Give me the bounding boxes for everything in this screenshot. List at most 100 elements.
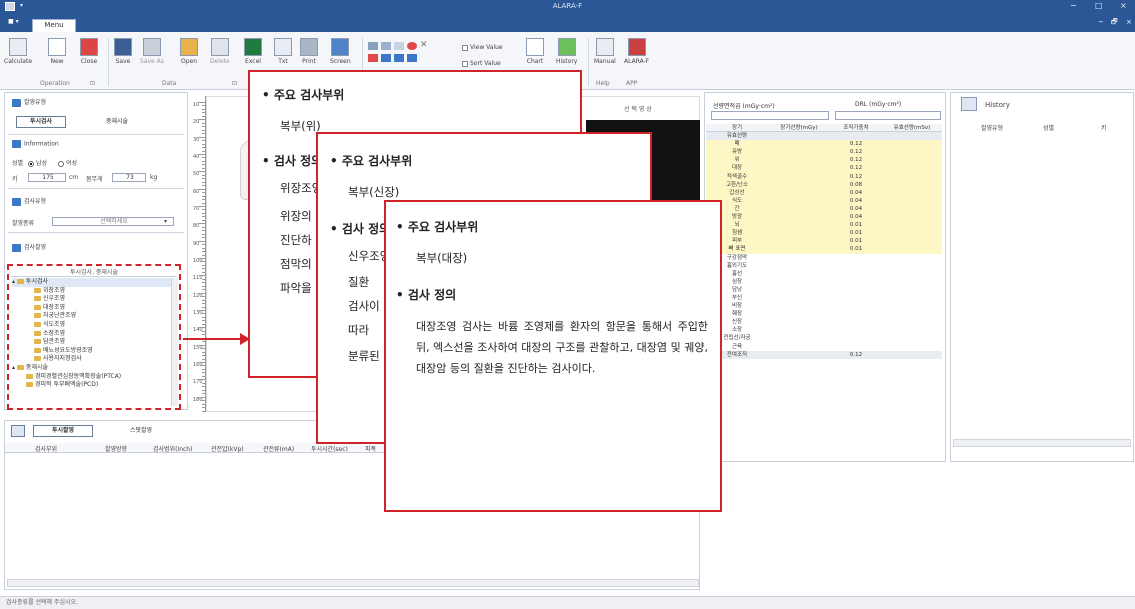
weight-input[interactable]: 73	[112, 173, 146, 182]
file-menu-button[interactable]: ■ ▾	[8, 18, 19, 25]
dose-cell	[830, 343, 882, 351]
scissors-icon[interactable]: ✕	[420, 40, 428, 50]
grid-horizontal-scrollbar[interactable]	[7, 579, 699, 587]
printer-icon	[300, 38, 318, 56]
dose-cell: 조직가중치	[830, 124, 882, 133]
new-button[interactable]: New	[48, 38, 66, 65]
exam-category-icon	[12, 197, 21, 206]
close-button[interactable]: Close	[80, 38, 98, 65]
excel-button[interactable]: Excel	[244, 38, 262, 65]
history-button[interactable]: History	[556, 38, 577, 65]
tree-root-fluoro[interactable]: ▴ 투시검사	[12, 278, 172, 287]
color-icon[interactable]	[368, 54, 378, 62]
tree-item[interactable]: 신우조영	[12, 295, 172, 304]
tab-spot-shot[interactable]: 스팟촬영	[111, 425, 171, 437]
tree-item[interactable]: 대장조영	[12, 304, 172, 313]
status-bar: 검사종류를 선택해 주십시오.	[0, 596, 1135, 609]
layout3-icon[interactable]	[407, 54, 417, 62]
dose-cell: 0.12	[830, 350, 882, 359]
dose-row: 전립선/자궁	[706, 334, 942, 342]
dose-cell	[768, 294, 830, 302]
dose-cell	[882, 132, 942, 141]
exam-category-select[interactable]: 선택하세요	[52, 217, 174, 226]
sort-value-checkbox[interactable]: Sort Value	[462, 60, 501, 67]
group-launcher-icon[interactable]: ⊡	[90, 80, 95, 87]
exam-tree[interactable]: 투시검사, 중재시술 ▴ 투시검사 위장조영 신우조영 대장조영 자궁난관조영 …	[7, 264, 181, 410]
dose-cell	[768, 302, 830, 310]
tab-fluoro-shot[interactable]: 투시촬영	[33, 425, 93, 437]
tab-fluoro[interactable]: 투시검사	[16, 116, 66, 128]
dose-row: 담낭	[706, 286, 942, 294]
minimize-button[interactable]: −	[1070, 1, 1077, 10]
table-view-icon[interactable]	[381, 42, 391, 50]
target-icon[interactable]	[407, 42, 417, 50]
ruler-tick	[199, 275, 205, 277]
txt-button[interactable]: Txt	[274, 38, 292, 65]
open-button[interactable]: Open	[180, 38, 198, 65]
tree-item[interactable]: 경피경혈관심장동맥확장술(PTCA)	[12, 373, 172, 382]
dose-cell	[830, 132, 882, 141]
tree-item[interactable]: 자궁난관조영	[12, 312, 172, 321]
col-header: 검사부위	[35, 446, 58, 453]
ruler-tick	[199, 310, 205, 311]
layout-icon[interactable]	[381, 54, 391, 62]
height-input[interactable]: 175	[28, 173, 66, 182]
view-options-icons[interactable]: ✕	[368, 40, 452, 64]
ruler-tick	[199, 396, 205, 398]
view-value-checkbox[interactable]: View Value	[462, 44, 503, 51]
grid-view-icon[interactable]	[368, 42, 378, 50]
calculate-button[interactable]: Calculate	[4, 38, 32, 65]
chart-button[interactable]: Chart	[526, 38, 544, 65]
delete-button[interactable]: Delete	[210, 38, 230, 65]
tree-item[interactable]: 위장조영	[12, 287, 172, 296]
tree-item[interactable]: 경피적 투부배액술(PCD)	[12, 381, 172, 390]
ruler-tick	[202, 303, 205, 305]
print-button[interactable]: Print	[300, 38, 318, 65]
ruler-tick	[202, 320, 205, 322]
tree-scrollbar[interactable]	[171, 278, 178, 406]
tree-item[interactable]: 식도조영	[12, 321, 172, 330]
ruler-tick	[199, 154, 205, 155]
alara-f-button[interactable]: ALARA-F	[624, 38, 649, 65]
area-dose-output	[711, 111, 829, 120]
manual-button[interactable]: Manual	[594, 38, 616, 65]
ruler-tick	[202, 289, 205, 291]
tree-item[interactable]: 배뇨성요도방광조영	[12, 347, 172, 356]
save-as-button[interactable]: Save As	[140, 38, 164, 65]
gender-female-radio[interactable]: 여성	[58, 158, 77, 167]
layout2-icon[interactable]	[394, 54, 404, 62]
gender-male-radio[interactable]: 남성	[28, 158, 47, 167]
screen-button[interactable]: Screen	[330, 38, 351, 65]
group-launcher-icon[interactable]: ⊡	[232, 80, 237, 87]
tree-root-intervention[interactable]: ▴ 중재시술	[12, 364, 172, 373]
dose-cell	[882, 343, 942, 351]
maximize-button[interactable]: □	[1095, 1, 1103, 10]
ruler-tick	[202, 212, 205, 214]
dose-cell	[768, 254, 830, 262]
ruler-tick	[202, 216, 205, 218]
ruler-tick	[202, 226, 205, 228]
history-scrollbar[interactable]	[953, 439, 1131, 447]
ribbon-restore-button[interactable]: 🗗	[1111, 18, 1118, 29]
folder-icon	[34, 304, 41, 310]
close-window-button[interactable]: ×	[1120, 1, 1127, 10]
tab-intervention[interactable]: 중재시술	[92, 116, 142, 128]
split-view-icon[interactable]	[394, 42, 404, 50]
folder-icon	[16, 364, 24, 370]
dose-cell: 0.04	[830, 204, 882, 214]
tree-item[interactable]: 소장조영	[12, 330, 172, 339]
tab-menu[interactable]: Menu	[32, 19, 76, 32]
tree-item[interactable]: 사용자지정검사	[12, 355, 172, 364]
save-button[interactable]: Save	[114, 38, 132, 65]
ruler-tick	[202, 167, 205, 169]
folder-icon	[34, 287, 41, 293]
ribbon-minimize-button[interactable]: −	[1098, 18, 1104, 26]
history-icon	[557, 38, 576, 56]
dose-cell: 0.12	[830, 148, 882, 157]
tree-item[interactable]: 담관조영	[12, 338, 172, 347]
ruler-tick	[202, 313, 205, 315]
ruler-tick	[202, 115, 205, 117]
delete-icon	[210, 38, 229, 56]
chevron-down-icon[interactable]: ▾	[164, 218, 167, 225]
ribbon-close-button[interactable]: ×	[1126, 18, 1132, 26]
